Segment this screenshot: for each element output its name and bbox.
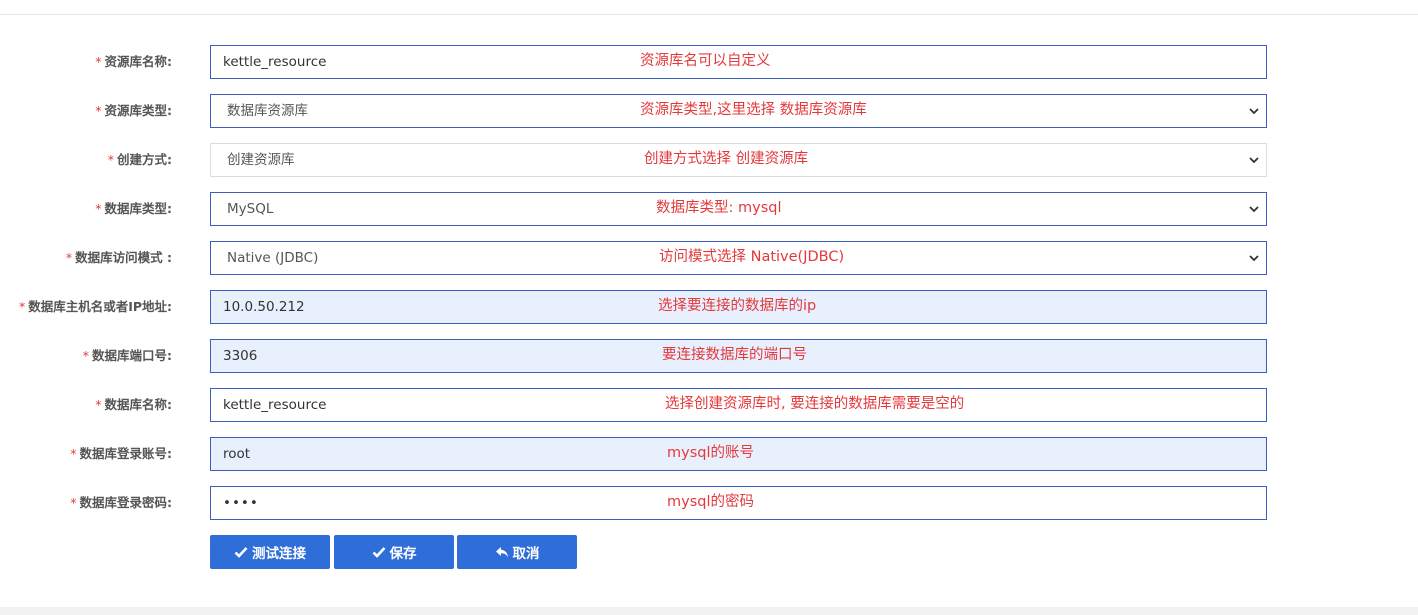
annotation-note: mysql的密码: [667, 494, 754, 510]
required-mark: *: [65, 250, 73, 265]
chevron-down-icon: [1249, 157, 1259, 164]
form-row-repository-name: * 资源库名称: kettle_resource 资源库名可以自定义: [0, 45, 1418, 79]
database-name-input[interactable]: kettle_resource 选择创建资源库时, 要连接的数据库需要是空的: [210, 388, 1267, 422]
field-label: * 数据库主机名或者IP地址:: [18, 299, 172, 314]
repository-type-select[interactable]: 数据库资源库 资源库类型,这里选择 数据库资源库: [210, 94, 1267, 128]
chevron-down-icon: [1249, 108, 1259, 115]
input-value: 10.0.50.212: [223, 299, 305, 315]
field-label: * 资源库名称:: [95, 54, 172, 69]
form-row-database-type: * 数据库类型: MySQL 数据库类型: mysql: [0, 192, 1418, 226]
select-value: Native (JDBC): [227, 250, 319, 266]
required-mark: *: [107, 152, 114, 167]
host-input[interactable]: 10.0.50.212 选择要连接的数据库的ip: [210, 290, 1267, 324]
form-row-repository-type: * 资源库类型: 数据库资源库 资源库类型,这里选择 数据库资源库: [0, 94, 1418, 128]
annotation-note: 选择要连接的数据库的ip: [658, 298, 817, 314]
annotation-note: mysql的账号: [667, 445, 754, 461]
field-label: * 数据库名称:: [95, 397, 172, 412]
annotation-note: 要连接数据库的端口号: [662, 347, 807, 363]
select-value: 数据库资源库: [227, 103, 308, 119]
chevron-down-icon: [1249, 255, 1259, 262]
reply-icon: [495, 547, 508, 558]
required-mark: *: [95, 397, 102, 412]
chevron-down-icon: [1249, 206, 1259, 213]
annotation-note: 创建方式选择 创建资源库: [644, 151, 809, 167]
port-input[interactable]: 3306 要连接数据库的端口号: [210, 339, 1267, 373]
access-mode-select[interactable]: Native (JDBC) 访问模式选择 Native(JDBC): [210, 241, 1267, 275]
repository-name-input[interactable]: kettle_resource 资源库名可以自定义: [210, 45, 1267, 79]
form-row-port: * 数据库端口号: 3306 要连接数据库的端口号: [0, 339, 1418, 373]
input-value: kettle_resource: [223, 397, 327, 413]
field-label: * 创建方式:: [107, 152, 172, 167]
required-mark: *: [95, 54, 102, 69]
create-mode-select[interactable]: 创建资源库 创建方式选择 创建资源库: [210, 143, 1267, 177]
input-value: kettle_resource: [223, 54, 327, 70]
form-row-access-mode: * 数据库访问模式 : Native (JDBC) 访问模式选择 Native(J…: [0, 241, 1418, 275]
form-row-login-password: * 数据库登录密码: •••• mysql的密码: [0, 486, 1418, 520]
button-label: 取消: [512, 546, 540, 562]
field-label: * 资源库类型:: [95, 103, 172, 118]
required-mark: *: [82, 348, 89, 363]
save-button[interactable]: 保存: [334, 535, 454, 569]
annotation-note: 资源库类型,这里选择 数据库资源库: [640, 102, 867, 118]
annotation-note: 数据库类型: mysql: [656, 200, 782, 216]
form-row-database-name: * 数据库名称: kettle_resource 选择创建资源库时, 要连接的数据…: [0, 388, 1418, 422]
button-label: 测试连接: [252, 546, 306, 562]
form-row-host: * 数据库主机名或者IP地址: 10.0.50.212 选择要连接的数据库的ip: [0, 290, 1418, 324]
database-type-select[interactable]: MySQL 数据库类型: mysql: [210, 192, 1267, 226]
annotation-note: 资源库名可以自定义: [640, 53, 771, 69]
field-label: * 数据库登录密码:: [70, 495, 172, 510]
cancel-button[interactable]: 取消: [457, 535, 577, 569]
required-mark: *: [70, 446, 77, 461]
annotation-note: 选择创建资源库时, 要连接的数据库需要是空的: [665, 396, 965, 412]
test-connection-button[interactable]: 测试连接: [210, 535, 330, 569]
field-label: * 数据库登录账号:: [70, 446, 172, 461]
login-account-input[interactable]: root mysql的账号: [210, 437, 1267, 471]
field-label: * 数据库类型:: [95, 201, 172, 216]
select-value: 创建资源库: [227, 152, 295, 168]
form-row-create-mode: * 创建方式: 创建资源库 创建方式选择 创建资源库: [0, 143, 1418, 177]
required-mark: *: [95, 201, 102, 216]
field-label: * 数据库访问模式 :: [65, 250, 172, 265]
login-password-input[interactable]: •••• mysql的密码: [210, 486, 1267, 520]
required-mark: *: [95, 103, 102, 118]
button-label: 保存: [389, 546, 417, 562]
input-value: 3306: [223, 348, 258, 364]
input-value: ••••: [223, 495, 259, 511]
check-icon: [372, 547, 385, 558]
top-divider: [0, 14, 1418, 15]
check-icon: [234, 547, 248, 558]
required-mark: *: [70, 495, 77, 510]
form-row-login-account: * 数据库登录账号: root mysql的账号: [0, 437, 1418, 471]
required-mark: *: [18, 299, 26, 314]
footer-band: [0, 607, 1418, 615]
annotation-note: 访问模式选择 Native(JDBC): [659, 249, 845, 265]
input-value: root: [223, 446, 251, 462]
select-value: MySQL: [227, 201, 274, 217]
field-label: * 数据库端口号:: [82, 348, 172, 363]
